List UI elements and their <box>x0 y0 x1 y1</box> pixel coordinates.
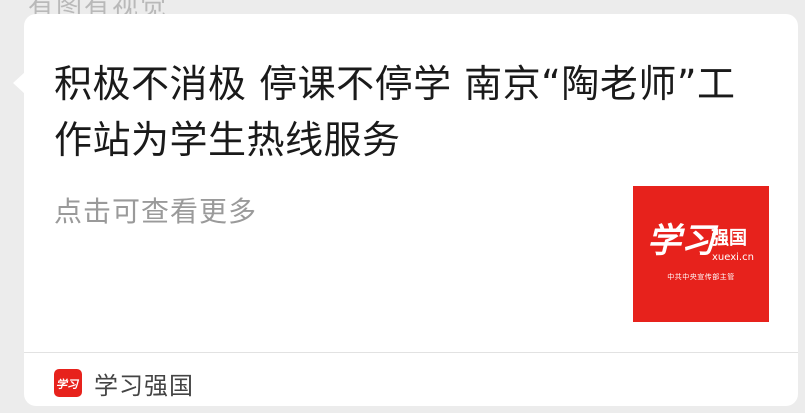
xuexi-logo-icon-glyph: 学习 <box>56 378 80 391</box>
xuexi-logo: 学习 强国 xuexi.cn <box>647 221 754 263</box>
source-footer[interactable]: 学习 学习强国 <box>54 366 194 400</box>
logo-domain: xuexi.cn <box>712 252 754 263</box>
xuexi-logo-icon: 学习 <box>54 369 82 397</box>
article-thumbnail[interactable]: 学习 强国 xuexi.cn 中共中央宣传部主管 <box>633 186 769 322</box>
source-name: 学习强国 <box>94 371 194 400</box>
article-title[interactable]: 积极不消极 停课不停学 南京“陶老师”工作站为学生热线服务 <box>54 56 774 168</box>
article-card[interactable]: 积极不消极 停课不停学 南京“陶老师”工作站为学生热线服务 点击可查看更多 学习… <box>13 14 798 406</box>
article-subtitle[interactable]: 点击可查看更多 <box>54 190 257 230</box>
svg-text:学习: 学习 <box>56 378 80 391</box>
logo-text: 强国 <box>711 228 747 249</box>
logo-tagline: 中共中央宣传部主管 <box>667 273 735 281</box>
logo-script-text: 学习 <box>647 221 719 261</box>
card-divider <box>24 352 798 353</box>
bubble-tail <box>13 72 25 94</box>
